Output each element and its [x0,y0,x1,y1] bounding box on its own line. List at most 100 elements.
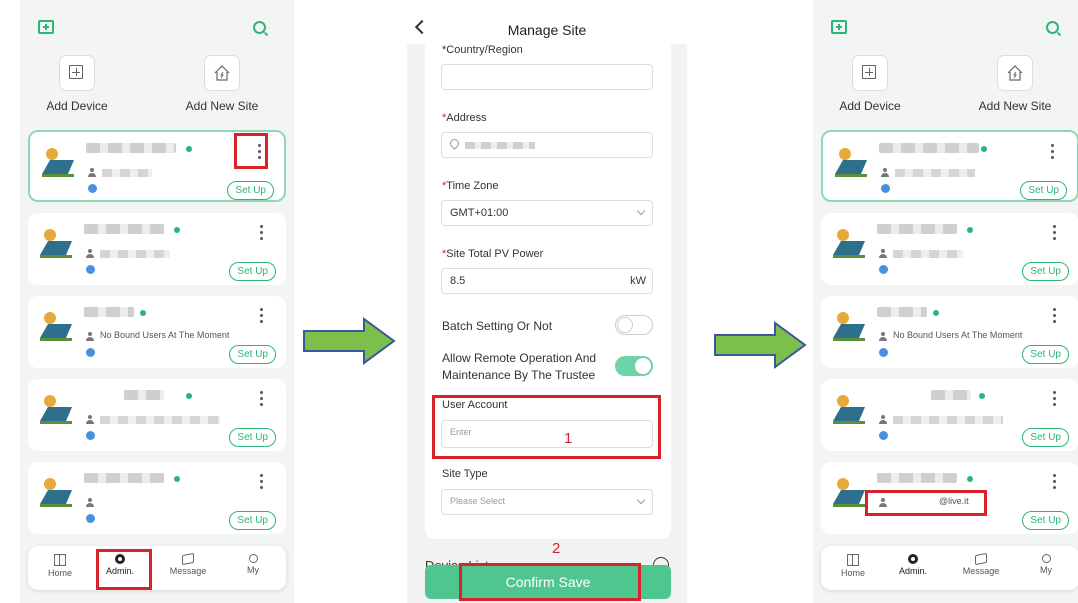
site-card[interactable]: Set Up [28,213,286,285]
online-dot [979,393,985,399]
pv-power-value: 8.5 [450,275,466,287]
location-pin-icon [448,137,461,150]
nav-my[interactable]: My [223,554,283,575]
site-list-screen-after: Add Device Add New Site Set Up Set Up No… [813,0,1078,603]
batch-setting-label: Batch Setting Or Not [442,319,553,333]
house-bolt-icon [214,65,230,81]
set-up-button[interactable]: Set Up [1020,181,1067,200]
set-up-button[interactable]: Set Up [229,262,276,281]
site-card[interactable]: No Bound Users At The Moment Set Up [821,296,1078,368]
online-dot [186,393,192,399]
site-thumbnail-icon [40,395,72,424]
more-options-icon[interactable] [1053,391,1057,409]
site-type-select[interactable]: Please Select [441,489,653,515]
chevron-down-icon [636,206,646,216]
user-icon [86,498,94,507]
storage-icon [879,431,888,440]
user-name [895,169,975,177]
site-list-screen-before: Add Device Add New Site Set Up Set Up No… [20,0,294,603]
nav-my[interactable]: My [1016,554,1076,575]
address-input[interactable] [441,132,653,158]
set-up-button[interactable]: Set Up [227,181,274,200]
search-icon[interactable] [1046,21,1059,34]
site-name [877,224,957,234]
add-new-site-button[interactable]: Add New Site [182,55,262,113]
site-form: *Country/Region *Address *Time Zone GMT+… [425,44,671,539]
nav-home[interactable]: Home [30,554,90,578]
pv-power-input[interactable]: 8.5 kW [441,268,653,294]
user-icon [86,249,94,258]
more-options-icon[interactable] [260,391,264,409]
site-card[interactable]: Set Up [821,130,1078,202]
more-options-icon[interactable] [1053,308,1057,326]
nav-message[interactable]: Message [158,552,218,576]
remote-operation-toggle[interactable] [615,356,653,376]
user-icon [86,332,94,341]
batch-setting-toggle[interactable] [615,315,653,335]
more-options-icon[interactable] [1051,144,1055,162]
plus-icon [862,65,876,79]
nav-home[interactable]: Home [823,554,883,578]
nav-my-label: My [1040,565,1052,575]
remote-operation-label: Allow Remote Operation And Maintenance B… [442,351,597,382]
site-card[interactable]: Set Up [28,462,286,534]
top-bar [813,12,1078,42]
site-card[interactable]: No Bound Users At The Moment Set Up [28,296,286,368]
add-folder-icon[interactable] [38,20,54,34]
site-name [877,473,957,483]
online-dot [967,476,973,482]
online-dot [186,146,192,152]
plus-icon [69,65,83,79]
timezone-select[interactable]: GMT+01:00 [441,200,653,226]
site-name [84,307,134,317]
more-options-icon[interactable] [1053,474,1057,492]
set-up-button[interactable]: Set Up [1022,428,1069,447]
pv-power-unit: kW [630,275,646,287]
nav-admin[interactable]: Admin. [883,554,943,576]
set-up-button[interactable]: Set Up [1022,262,1069,281]
add-folder-icon[interactable] [831,20,847,34]
site-card[interactable]: Set Up [821,379,1078,451]
nav-message[interactable]: Message [951,552,1011,576]
set-up-button[interactable]: Set Up [229,511,276,530]
set-up-button[interactable]: Set Up [229,428,276,447]
page-title: Manage Site [507,22,587,38]
flow-arrow [302,317,396,365]
site-type-label: Site Type [442,468,488,480]
add-device-button[interactable]: Add Device [42,55,112,113]
site-thumbnail-icon [833,478,865,507]
more-options-icon[interactable] [1053,225,1057,243]
site-thumbnail-icon [40,312,72,341]
country-label: *Country/Region [442,44,523,56]
more-options-icon[interactable] [260,225,264,243]
set-up-button[interactable]: Set Up [1022,511,1069,530]
storage-icon [881,184,890,193]
user-name [102,169,152,177]
add-site-label: Add New Site [185,99,259,113]
site-card[interactable]: Set Up [28,379,286,451]
set-up-button[interactable]: Set Up [1022,345,1069,364]
chevron-down-icon [636,495,646,505]
header: Manage Site [407,0,687,44]
online-dot [981,146,987,152]
timezone-value: GMT+01:00 [450,207,509,219]
site-name [84,473,164,483]
site-card[interactable]: Set Up [821,213,1078,285]
site-thumbnail-icon [40,478,72,507]
online-dot [140,310,146,316]
more-options-icon[interactable] [260,308,264,326]
site-name [124,390,164,400]
highlight-user-account [432,395,661,459]
site-thumbnail-icon [42,148,74,177]
country-input[interactable] [441,64,653,90]
add-new-site-button[interactable]: Add New Site [975,55,1055,113]
search-icon[interactable] [253,21,266,34]
more-options-icon[interactable] [260,474,264,492]
add-device-button[interactable]: Add Device [835,55,905,113]
user-text: No Bound Users At The Moment [100,330,230,340]
user-icon [248,554,258,563]
set-up-button[interactable]: Set Up [229,345,276,364]
bottom-nav: Home Admin. Message My [28,546,286,590]
site-thumbnail-icon [833,229,865,258]
site-name [86,143,176,153]
